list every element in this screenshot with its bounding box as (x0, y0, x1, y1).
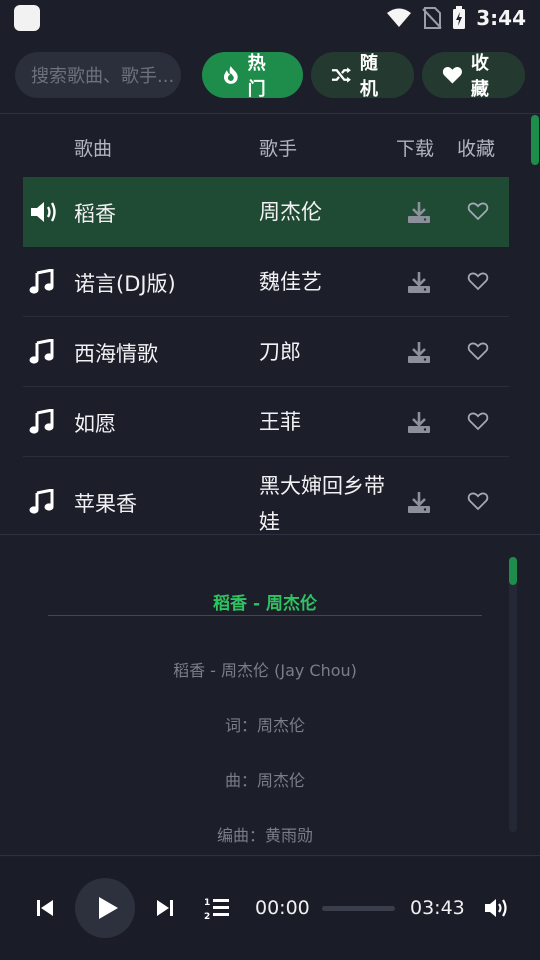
play-button[interactable] (75, 878, 135, 938)
favorite-heart-icon[interactable] (467, 411, 489, 431)
status-bar: 3:44 (0, 0, 540, 36)
song-title: 诺言(DJ版) (74, 272, 176, 296)
song-row[interactable]: 苹果香 黑大婶回乡带娃 (23, 457, 509, 533)
playlist-icon[interactable]: 12 (204, 896, 230, 920)
wifi-icon (387, 8, 412, 27)
favorite-heart-icon[interactable] (467, 201, 489, 221)
song-title: 如愿 (74, 412, 116, 436)
current-time: 00:00 (255, 897, 310, 919)
song-artist: 王菲 (259, 410, 301, 434)
shuffle-icon (331, 66, 351, 83)
column-download: 下载 (396, 138, 435, 160)
song-artist: 刀郎 (259, 340, 301, 364)
song-table[interactable]: 歌曲 歌手 下载 收藏 稻香 周杰伦 诺言(DJ版) 魏佳艺 西海情歌 刀郎 如… (0, 115, 540, 533)
song-row[interactable]: 稻香 周杰伦 (23, 177, 509, 247)
song-row[interactable]: 如愿 王菲 (23, 387, 509, 457)
table-header: 歌曲 歌手 下载 收藏 (0, 115, 540, 177)
favorite-heart-icon[interactable] (467, 341, 489, 361)
shuffle-filter-label: 随机 (359, 52, 378, 100)
lyrics-scroll-track (509, 557, 517, 832)
hot-filter-label: 热门 (247, 52, 266, 100)
lyric-line: 词：周杰伦 (224, 716, 305, 735)
download-icon[interactable] (407, 490, 431, 514)
song-artist: 黑大婶回乡带娃 (259, 474, 385, 533)
lyric-line: 稻香 - 周杰伦 (Jay Chou) (173, 661, 357, 680)
song-title: 西海情歌 (74, 342, 158, 366)
status-icons: 3:44 (386, 6, 526, 30)
column-artist: 歌手 (259, 138, 298, 160)
song-row[interactable]: 西海情歌 刀郎 (23, 317, 509, 387)
search-input[interactable]: 搜索歌曲、歌手... (15, 51, 181, 98)
clock: 3:44 (476, 6, 526, 30)
volume-icon[interactable] (484, 897, 512, 919)
song-title: 稻香 (74, 202, 116, 226)
favorites-filter-label: 收藏 (470, 52, 489, 100)
next-track-icon[interactable] (155, 898, 175, 918)
download-icon[interactable] (407, 270, 431, 294)
progress-bar[interactable] (322, 906, 395, 911)
heart-icon (442, 66, 462, 84)
favorite-heart-icon[interactable] (467, 271, 489, 291)
previous-track-icon[interactable] (35, 898, 55, 918)
music-note-icon (29, 268, 59, 295)
lyric-line: 曲：周杰伦 (224, 771, 305, 790)
lyric-line: 编曲：黄雨勋 (216, 826, 313, 845)
fire-icon (223, 65, 238, 84)
song-list-scrollbar[interactable] (531, 115, 539, 165)
music-note-icon (29, 408, 59, 435)
svg-text:1: 1 (204, 898, 210, 908)
column-song: 歌曲 (74, 138, 113, 160)
column-favorite: 收藏 (457, 138, 496, 160)
no-sim-icon (422, 7, 442, 29)
favorite-heart-icon[interactable] (467, 491, 489, 511)
svg-text:2: 2 (204, 912, 210, 920)
battery-charging-icon (453, 6, 466, 29)
music-note-icon (29, 338, 59, 365)
play-icon (99, 897, 118, 919)
volume-icon (29, 199, 59, 225)
lyrics-title: 稻香 - 周杰伦 (48, 589, 482, 616)
download-icon[interactable] (407, 200, 431, 224)
shuffle-filter-button[interactable]: 随机 (311, 51, 414, 100)
total-time: 03:43 (410, 897, 465, 919)
download-icon[interactable] (407, 340, 431, 364)
favorites-filter-button[interactable]: 收藏 (422, 51, 525, 100)
song-artist: 周杰伦 (259, 200, 322, 224)
lyrics-panel[interactable]: 稻香 - 周杰伦 稻香 - 周杰伦 (Jay Chou) 词：周杰伦 曲：周杰伦… (0, 534, 540, 856)
player-bar: 12 00:00 03:43 (0, 857, 540, 960)
song-row[interactable]: 诺言(DJ版) 魏佳艺 (23, 247, 509, 317)
download-icon[interactable] (407, 410, 431, 434)
music-note-icon (29, 488, 59, 515)
song-title: 苹果香 (74, 492, 137, 516)
app-notification-icon (14, 5, 40, 31)
song-artist: 魏佳艺 (259, 270, 322, 294)
hot-filter-button[interactable]: 热门 (202, 51, 303, 100)
lyrics-scrollbar[interactable] (509, 557, 517, 585)
top-bar: 搜索歌曲、歌手... 热门 随机 收藏 (0, 36, 540, 114)
